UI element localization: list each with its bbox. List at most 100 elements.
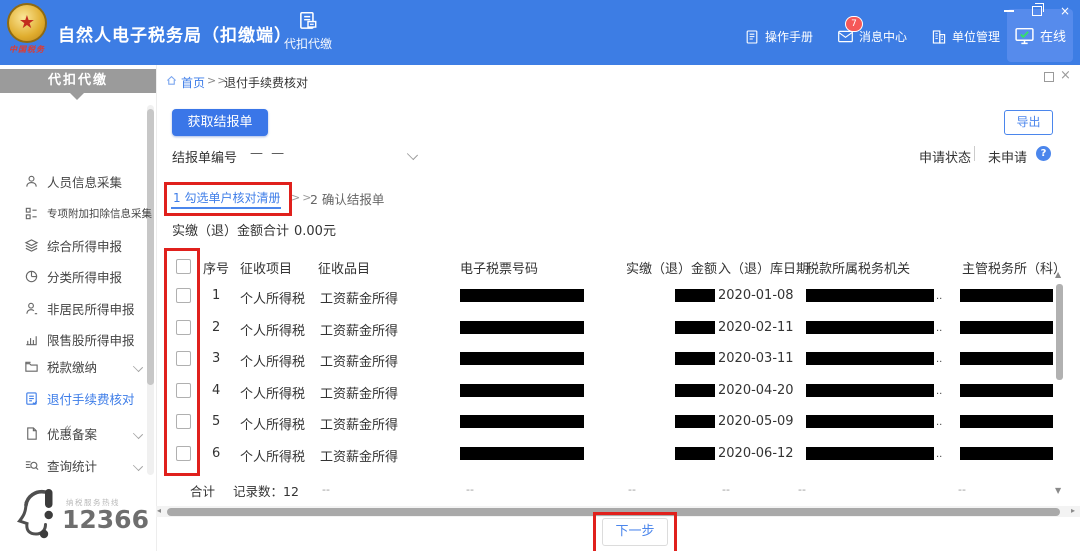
redacted-eticket-number [460,352,584,365]
help-icon[interactable]: ? [1036,146,1051,161]
footer-placeholder: -- [722,483,730,496]
column-header: 征收项目 [240,258,292,277]
amount-total-label: 实缴（退）金额合计 [172,220,289,239]
table-row: 6个人所得税工资薪金所得2020-06-12.. [0,437,1080,469]
redacted-eticket-number [460,415,584,428]
restore-button[interactable] [1030,4,1044,18]
layers-icon [24,238,39,253]
ellipsis: .. [936,449,942,460]
apply-status-label: 申请状态 [919,147,971,166]
redacted-amount [675,289,715,302]
table-row: 3个人所得税工资薪金所得2020-03-11.. [0,342,1080,374]
person-icon [24,174,39,189]
redacted-tax-authority [806,289,934,302]
row-checkbox[interactable] [176,446,191,461]
header-link-company[interactable]: 单位管理 [931,28,1000,45]
horizontal-scrollbar[interactable] [167,508,1060,516]
cell-entry-date: 2020-06-12 [718,446,794,461]
next-step-button[interactable]: 下一步 [602,518,668,546]
minimize-button[interactable] [1002,4,1016,18]
redacted-eticket-number [460,289,584,302]
page-close-icon[interactable]: × [1060,68,1071,83]
breadcrumb-home[interactable]: 首页 [181,74,205,91]
row-checkbox[interactable] [176,288,191,303]
sidebar-item-label: 人员信息采集 [47,172,122,191]
app-title: 自然人电子税务局（扣缴端） [58,21,292,46]
cell-seq-no: 6 [212,446,220,461]
ellipsis: .. [936,417,942,428]
redacted-tax-authority [806,415,934,428]
report-no-label: 结报单编号 [172,147,237,166]
redacted-eticket-number [460,384,584,397]
row-checkbox[interactable] [176,383,191,398]
sidebar-item-2[interactable]: 专项附加扣除信息采集 [0,201,156,225]
national-emblem-icon: ★ [7,3,47,43]
scroll-right-icon[interactable]: ▸ [1071,506,1075,515]
header-tab-withholding[interactable]: 代扣代缴 [278,10,338,52]
scroll-left-icon[interactable]: ◂ [157,506,161,515]
cell-tax-category: 工资薪金所得 [320,351,398,370]
header-link-message[interactable]: 7消息中心 [837,28,907,45]
page-maximize-icon[interactable] [1044,72,1054,82]
header-link-manual[interactable]: 操作手册 [744,28,813,45]
row-checkbox[interactable] [176,414,191,429]
cell-tax-item: 个人所得税 [240,414,305,433]
fetch-report-button[interactable]: 获取结报单 [172,109,268,136]
select-all-checkbox[interactable] [176,259,191,274]
sidebar-item-label: 专项附加扣除信息采集 [47,206,152,221]
sidebar-header-arrow [70,93,84,100]
sidebar-item-3[interactable]: 综合所得申报 [0,233,156,257]
header-link-label: 单位管理 [952,28,1000,45]
cell-seq-no: 3 [212,351,220,366]
column-header: 征收品目 [318,258,370,277]
step1-underline [171,207,281,209]
report-no-select[interactable]: — — [250,146,286,161]
redacted-tax-office [960,447,1053,460]
ellipsis: .. [936,354,942,365]
monitor-check-icon [1014,25,1035,46]
cell-tax-category: 工资薪金所得 [320,414,398,433]
amount-total-value: 0.00元 [294,220,336,239]
vertical-scrollbar[interactable] [1056,284,1063,380]
sidebar-item-label: 综合所得申报 [47,236,122,255]
step2-tab[interactable]: 2 确认结报单 [310,189,384,208]
redacted-amount [675,415,715,428]
table-row: 5个人所得税工资薪金所得2020-05-09.. [0,405,1080,437]
export-button[interactable]: 导出 [1004,110,1053,135]
footer-placeholder: -- [322,483,330,496]
redacted-tax-authority [806,321,934,334]
row-checkbox[interactable] [176,320,191,335]
cell-entry-date: 2020-02-11 [718,320,794,335]
hotline-number: 12366 [62,505,149,534]
cell-tax-category: 工资薪金所得 [320,320,398,339]
app-window: ★ 中国税务 自然人电子税务局（扣缴端） 代扣代缴 操作手册 7消息中心 单位管理 [0,0,1080,551]
cell-seq-no: 4 [212,383,220,398]
redacted-eticket-number [460,321,584,334]
footer-placeholder: -- [628,483,636,496]
header-link-label: 操作手册 [765,28,813,45]
ellipsis: .. [936,291,942,302]
column-header: 序号 [203,258,229,277]
row-checkbox[interactable] [176,351,191,366]
footer-placeholder: -- [798,483,806,496]
company-icon [931,29,947,45]
sidebar-header: 代扣代缴 [0,69,156,93]
header-tab-label: 代扣代缴 [278,35,338,52]
scroll-up-icon[interactable]: ▲ [1055,270,1061,279]
logo-caption: 中国税务 [4,44,50,55]
table-row: 2个人所得税工资薪金所得2020-02-11.. [0,311,1080,343]
sidebar-item-1[interactable]: 人员信息采集 [0,169,156,193]
redacted-tax-office [960,352,1053,365]
close-button[interactable]: × [1058,4,1072,18]
column-header: 主管税务所（科） [962,258,1066,277]
column-header: 电子税票号码 [460,258,538,277]
cell-tax-item: 个人所得税 [240,351,305,370]
home-icon [166,75,177,86]
step1-tab[interactable]: 1 勾选单户核对清册 [173,189,280,206]
redacted-amount [675,321,715,334]
redacted-tax-authority [806,384,934,397]
chevron-down-icon[interactable] [407,149,418,160]
scroll-down-icon[interactable]: ▼ [1055,486,1061,495]
cell-entry-date: 2020-04-20 [718,383,794,398]
manual-icon [744,29,760,45]
